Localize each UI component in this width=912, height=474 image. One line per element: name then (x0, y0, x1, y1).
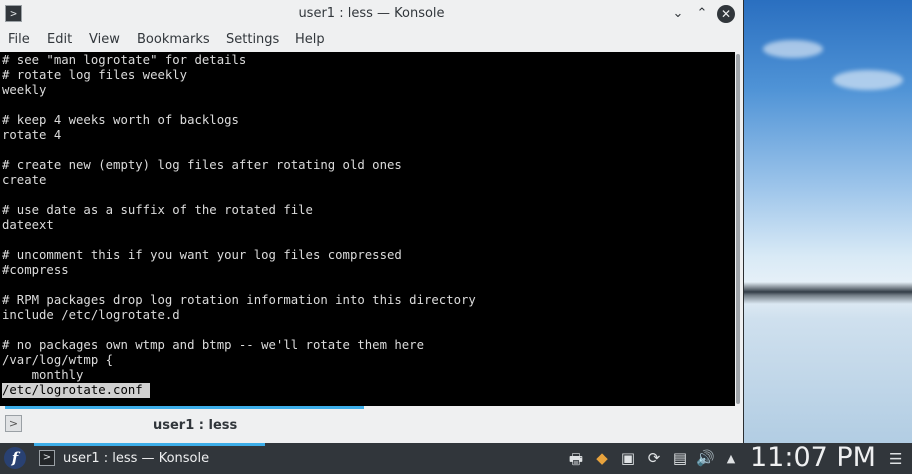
terminal-line: # create new (empty) log files after rot… (2, 158, 402, 172)
panel-menu-icon[interactable]: ☰ (889, 450, 902, 468)
printer-icon[interactable]: 🖶 (567, 449, 585, 474)
title-bar[interactable]: > user1 : less — Konsole ⌄ ⌃ ✕ (0, 0, 743, 28)
terminal-line: include /etc/logrotate.d (2, 308, 180, 322)
menu-bar: File Edit View Bookmarks Settings Help (0, 28, 743, 52)
terminal-line: # rotate log files weekly (2, 68, 188, 82)
konsole-task-icon: > (39, 450, 55, 466)
terminal-line: # use date as a suffix of the rotated fi… (2, 203, 313, 217)
volume-icon[interactable]: 🔊 (696, 449, 715, 467)
active-tab-indicator (5, 406, 364, 409)
task-konsole[interactable]: > user1 : less — Konsole (34, 443, 265, 473)
display-icon[interactable]: ▣ (619, 449, 637, 467)
menu-bookmarks[interactable]: Bookmarks (137, 32, 210, 47)
less-prompt: /etc/logrotate.conf (2, 383, 151, 398)
menu-settings[interactable]: Settings (226, 32, 279, 47)
window-title: user1 : less — Konsole (298, 6, 445, 21)
desktop-wallpaper (743, 0, 912, 443)
expand-tray-icon[interactable]: ▲ (722, 452, 740, 465)
task-active-indicator (34, 443, 265, 446)
menu-view[interactable]: View (89, 32, 120, 47)
terminal-line: monthly (2, 368, 84, 382)
terminal-line: create (2, 173, 47, 187)
terminal-line: # RPM packages drop log rotation informa… (2, 293, 476, 307)
konsole-window: > user1 : less — Konsole ⌄ ⌃ ✕ File Edit… (0, 0, 744, 443)
terminal-line: # see "man logrotate" for details (2, 53, 247, 67)
terminal-line: # no packages own wtmp and btmp -- we'll… (2, 338, 424, 352)
wallpaper-treeline (743, 282, 912, 304)
new-tab-icon[interactable]: > (5, 415, 22, 432)
terminal-line: weekly (2, 83, 47, 97)
terminal-line: /var/log/wtmp { (2, 353, 114, 367)
terminal-scrollbar[interactable] (735, 52, 743, 406)
digital-clock[interactable]: 11:07 PM (750, 443, 876, 473)
maximize-button[interactable]: ⌃ (693, 5, 711, 23)
tab-user1-less[interactable]: user1 : less (153, 418, 237, 433)
scrollbar-thumb[interactable] (736, 54, 740, 404)
application-launcher-icon[interactable]: f (4, 447, 26, 469)
terminal-line: dateext (2, 218, 54, 232)
package-updater-icon[interactable]: ◆ (593, 449, 611, 467)
menu-edit[interactable]: Edit (47, 32, 72, 47)
update-icon[interactable]: ⟳ (645, 449, 663, 467)
terminal-output[interactable]: # see "man logrotate" for details # rota… (0, 52, 735, 406)
terminal-line: rotate 4 (2, 128, 62, 142)
menu-file[interactable]: File (8, 32, 30, 47)
terminal-line: #compress (2, 263, 69, 277)
terminal-line: # keep 4 weeks worth of backlogs (2, 113, 239, 127)
terminal-line: # uncomment this if you want your log fi… (2, 248, 402, 262)
menu-help[interactable]: Help (295, 32, 325, 47)
taskbar: f > user1 : less — Konsole 🖶 ◆ ▣ ⟳ ▤ 🔊 ▲… (0, 443, 912, 473)
minimize-button[interactable]: ⌄ (669, 5, 687, 23)
tab-bar: > user1 : less (0, 406, 743, 443)
task-label: user1 : less — Konsole (63, 451, 210, 466)
close-button[interactable]: ✕ (717, 5, 735, 23)
clipboard-icon[interactable]: ▤ (671, 449, 689, 467)
